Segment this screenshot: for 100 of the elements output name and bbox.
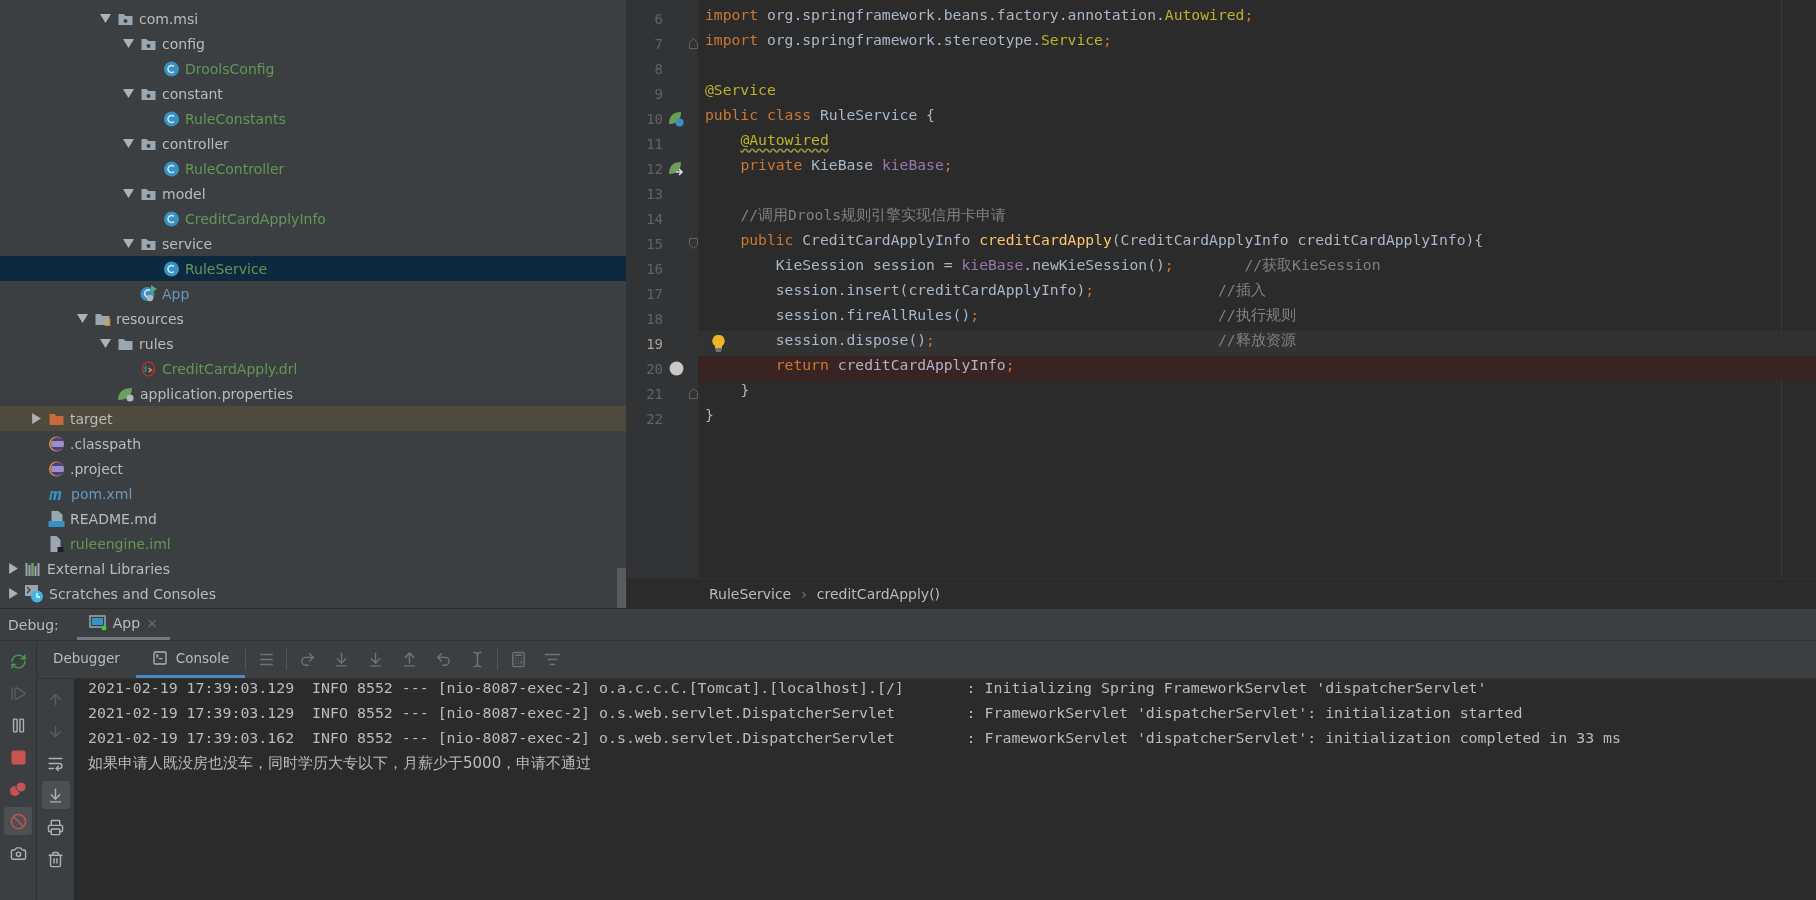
tree-item-label[interactable]: App — [162, 285, 190, 302]
selected-row[interactable]: RuleService — [0, 256, 626, 281]
code-line: private KieBase kieBase; — [739, 156, 954, 175]
leaf-arrow-icon[interactable] — [668, 160, 684, 177]
trash-icon — [47, 850, 64, 868]
code-line: @Service — [704, 81, 777, 100]
printer-icon — [47, 818, 64, 836]
triangle-down-icon[interactable] — [123, 138, 134, 149]
striped-circle-icon — [48, 460, 65, 477]
tab-label: App — [112, 615, 141, 631]
code-line: public CreditCardApplyInfo creditCardApply(CreditCardApplyInfo creditCardApplyInfo){ — [739, 231, 1485, 250]
step-forward-icon — [9, 684, 27, 702]
leaf-icon — [117, 385, 135, 402]
code-line: } — [704, 406, 715, 425]
console-clock-icon — [25, 584, 44, 603]
tree-item-label[interactable]: .project — [70, 460, 124, 477]
tree-item-label[interactable]: controller — [162, 135, 229, 152]
triangle-down-icon[interactable] — [123, 188, 134, 199]
tree-item-label[interactable]: Scratches and Consoles — [49, 585, 216, 602]
code-line: public class RuleService { — [704, 106, 936, 125]
terminal-icon — [151, 650, 168, 666]
triangle-right-icon[interactable] — [8, 563, 19, 574]
triangle-down-icon[interactable] — [123, 88, 134, 99]
camera-icon — [9, 844, 27, 862]
tree-item-label[interactable]: pom.xml — [71, 485, 133, 502]
undo-arrow-icon — [434, 651, 452, 668]
class-icon — [163, 210, 180, 227]
calculator-icon — [509, 651, 527, 668]
class-icon — [163, 260, 180, 277]
md-file-icon — [48, 510, 65, 527]
triangle-down-icon[interactable] — [100, 13, 111, 24]
class-icon — [163, 110, 180, 127]
tree-item-label[interactable]: config — [162, 35, 205, 52]
breadcrumb-item[interactable]: creditCardApply() — [816, 585, 941, 602]
tree-item-label[interactable]: CreditCardApply.drl — [162, 360, 298, 377]
monitor-icon — [88, 615, 107, 631]
code-line: } — [739, 381, 751, 400]
lightbulb-icon[interactable] — [712, 335, 725, 352]
tree-item-label[interactable]: RuleService — [185, 260, 268, 277]
tree-item-label[interactable]: External Libraries — [47, 560, 170, 577]
menu-icon — [257, 651, 275, 668]
tree-item-label[interactable]: model — [162, 185, 206, 202]
tree-item-label[interactable]: com.msi — [139, 10, 199, 27]
line-number: 19 — [645, 335, 663, 352]
code-line: session.insert(creditCardApplyInfo); //插入 — [774, 281, 1267, 300]
tree-item-label[interactable]: README.md — [70, 510, 157, 527]
tree-item-label[interactable]: ruleengine.iml — [70, 535, 171, 552]
tree-item-label[interactable]: service — [162, 235, 213, 252]
code-line: KieSession session = kieBase.newKieSession(); //获取KieSession — [774, 256, 1382, 275]
overlapping-circles-icon — [9, 780, 27, 798]
code-line: @Autowired — [739, 131, 830, 150]
excluded-row[interactable]: target — [0, 406, 626, 431]
tree-item-label[interactable]: DroolsConfig — [185, 60, 275, 77]
scroll-end-button[interactable] — [41, 781, 70, 809]
filter-lines-icon — [543, 651, 561, 668]
code-line: import org.springframework.stereotype.Service; — [704, 31, 1113, 50]
triangle-down-icon[interactable] — [77, 313, 88, 324]
tree-item-label[interactable]: target — [70, 410, 113, 427]
triangle-down-icon[interactable] — [100, 338, 111, 349]
triangle-right-icon[interactable] — [31, 413, 42, 424]
class-icon — [163, 60, 180, 77]
code-line: session.fireAllRules(); //执行规则 — [774, 306, 1297, 325]
breakpoint-icon[interactable] — [668, 361, 684, 376]
log-line: 2021-02-19 17:39:03.129 INFO 8552 --- [nio-8087-exec-2] o.a.c.c.C.[Tomcat].[localhost].[/] : Initializing Spring FrameworkServlet 'dispatcherServlet' — [88, 679, 1488, 699]
panel-tab[interactable]: Debugger — [37, 641, 136, 678]
ring-icon — [140, 360, 157, 377]
tree-item-label[interactable]: .classpath — [70, 435, 142, 452]
leaf-icon[interactable] — [668, 110, 684, 127]
tab-label: Console — [175, 650, 230, 666]
stop-icon — [9, 748, 27, 766]
triangle-down-icon[interactable] — [123, 238, 134, 249]
striped-circle-icon — [48, 435, 65, 452]
redo-arrow-icon — [298, 651, 316, 668]
ban-icon — [9, 812, 27, 830]
log-line: 2021-02-19 17:39:03.162 INFO 8552 --- [nio-8087-exec-2] o.s.web.servlet.DispatcherServlet : FrameworkServlet 'dispatcherServlet': initialization completed in 33 ms — [88, 729, 1622, 749]
tree-item-label[interactable]: rules — [139, 335, 174, 352]
breadcrumb-item[interactable]: RuleService — [709, 585, 792, 602]
scrollbar-thumb[interactable] — [617, 568, 626, 608]
tree-item-label[interactable]: RuleController — [185, 160, 285, 177]
output-line: 如果申请人既没房也没车，同时学历大专以下，月薪少于5000，申请不通过 — [88, 754, 593, 774]
code-line: import org.springframework.beans.factory.annotation.Autowired; — [704, 6, 1255, 25]
log-line: 2021-02-19 17:39:03.129 INFO 8552 --- [nio-8087-exec-2] o.s.web.servlet.DispatcherServlet : FrameworkServlet 'dispatcherServlet': initialization started — [88, 704, 1524, 724]
fold-marker-icon[interactable] — [689, 388, 698, 399]
tree-item-label[interactable]: constant — [162, 85, 223, 102]
breadcrumb-separator: › — [801, 585, 807, 602]
books-icon — [25, 560, 42, 577]
fold-marker-icon[interactable] — [689, 238, 698, 249]
class-icon — [163, 160, 180, 177]
triangle-down-icon[interactable] — [123, 38, 134, 49]
tab-label: Debugger — [53, 650, 120, 666]
tree-item-label[interactable]: CreditCardApplyInfo — [185, 210, 326, 227]
refresh-icon — [9, 652, 27, 670]
arrow-down-to-line-icon — [47, 786, 64, 804]
tree-item-label[interactable]: RuleConstants — [185, 110, 286, 127]
code-line: //调用Drools规则引擎实现信用卡申请 — [739, 206, 1008, 225]
panel-title: Debug: — [8, 616, 59, 633]
triangle-right-icon[interactable] — [8, 588, 19, 599]
tree-item-label[interactable]: resources — [116, 310, 184, 327]
tree-item-label[interactable]: application.properties — [140, 385, 294, 402]
fold-marker-icon[interactable] — [689, 38, 698, 49]
